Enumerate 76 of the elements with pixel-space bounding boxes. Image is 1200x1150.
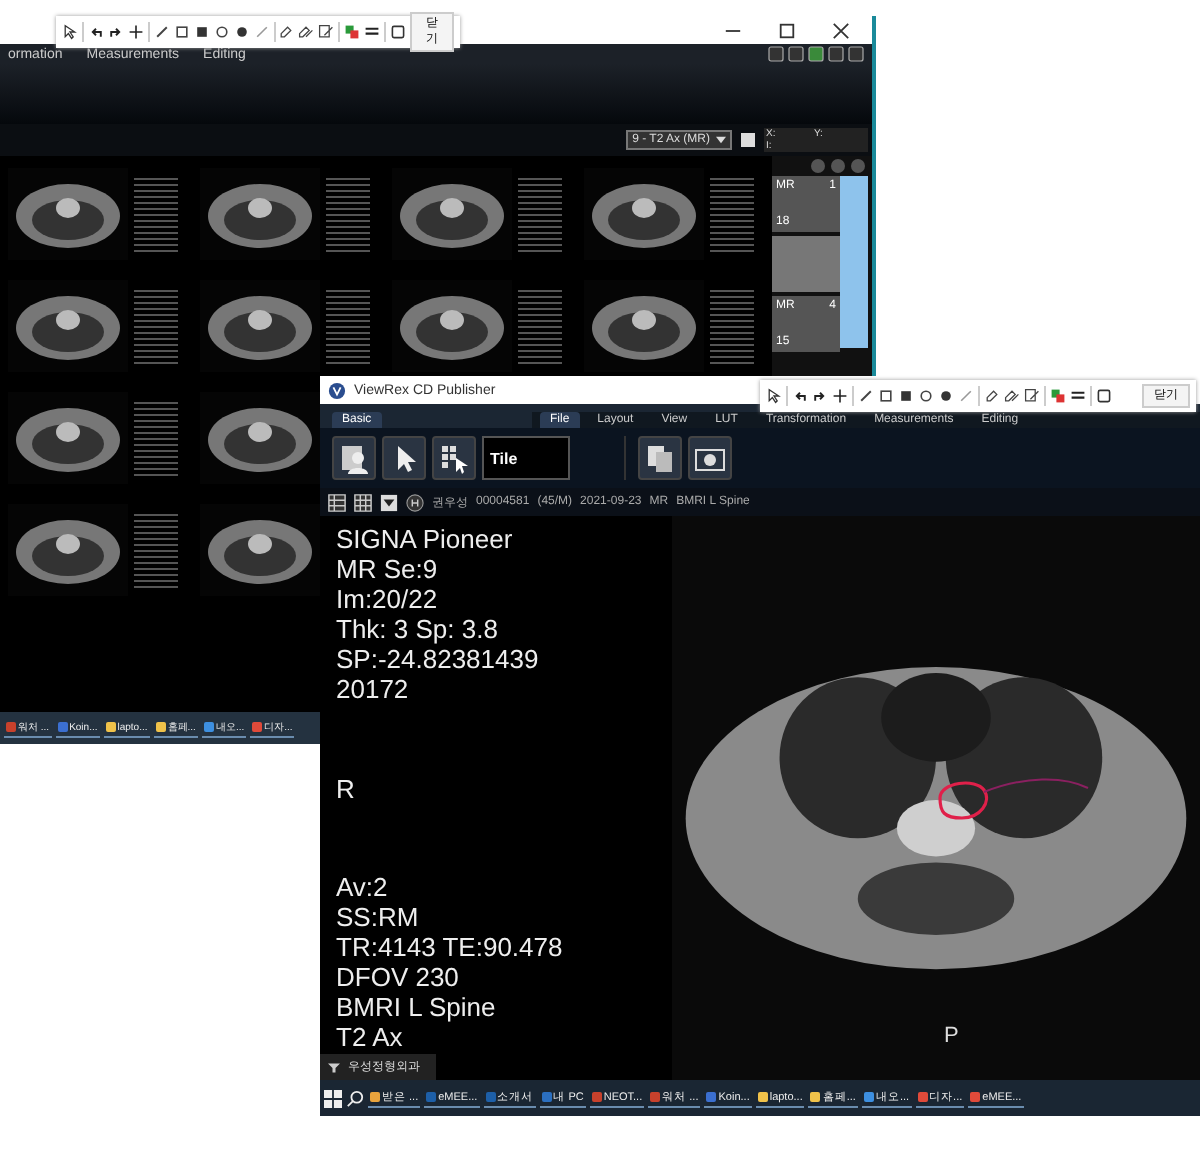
overlay-text: Thk: 3 Sp: 3.8 (336, 614, 498, 644)
color-icon[interactable] (1050, 388, 1066, 404)
pointer-button[interactable] (382, 436, 426, 480)
overlay-text: SS:RM (336, 902, 419, 932)
image-info-placeholder (710, 286, 754, 366)
overlay-text: MR Se:9 (336, 554, 438, 584)
image-info-placeholder (134, 174, 178, 254)
window-icon[interactable] (1096, 388, 1112, 404)
grid-pointer-icon (438, 442, 470, 474)
pointer-icon[interactable] (766, 388, 782, 404)
filter-icon (328, 1061, 340, 1073)
copy-icon (644, 442, 676, 474)
person-icon (338, 442, 370, 474)
rectangle-icon[interactable] (173, 24, 190, 40)
redo-icon[interactable] (812, 388, 828, 404)
filled-square-icon[interactable] (193, 24, 210, 40)
rectangle-icon[interactable] (878, 388, 894, 404)
maximize-icon[interactable] (778, 21, 796, 39)
undo-icon[interactable] (87, 24, 104, 40)
info-icon[interactable] (406, 493, 424, 511)
grid-layout-icon[interactable] (354, 493, 372, 511)
image-info-placeholder (134, 510, 178, 590)
image-info-placeholder (710, 174, 754, 254)
app-logo-icon (328, 381, 346, 399)
eraser-icon[interactable] (984, 388, 1000, 404)
export-button[interactable] (638, 436, 682, 480)
orientation-label: P (944, 1024, 959, 1048)
edit-icon[interactable] (1024, 388, 1040, 404)
thumbnail-image[interactable] (772, 236, 840, 292)
pen-icon[interactable] (858, 388, 874, 404)
orientation-label: R (336, 773, 355, 803)
eraser-icon[interactable] (1004, 388, 1020, 404)
overlay-text: TR:4143 TE:90.478 (336, 932, 563, 962)
image-info-placeholder (326, 174, 370, 254)
overlay-text: DFOV 230 (336, 962, 459, 992)
overlay-text: Av:2 (336, 872, 388, 902)
overlay-text: SIGNA Pioneer (336, 524, 513, 554)
circle-icon[interactable] (213, 24, 230, 40)
overlay-text: SP:-24.82381439 (336, 644, 539, 674)
undo-icon[interactable] (792, 388, 808, 404)
close-icon[interactable] (832, 21, 850, 39)
search-icon[interactable] (346, 1089, 364, 1107)
select-grid-button[interactable] (432, 436, 476, 480)
window-icon[interactable] (390, 24, 407, 40)
eraser-icon[interactable] (278, 24, 295, 40)
image-info-placeholder (134, 286, 178, 366)
redo-icon[interactable] (107, 24, 124, 40)
overlay-text: Im:20/22 (336, 584, 438, 614)
layout-button[interactable]: Tile (482, 436, 570, 480)
patient-button[interactable] (332, 436, 376, 480)
edit-icon[interactable] (318, 24, 335, 40)
image-info-placeholder (518, 286, 562, 366)
eraser-icon[interactable] (298, 24, 315, 40)
caret-icon (716, 136, 726, 144)
image-info-placeholder (326, 286, 370, 366)
circle-icon[interactable] (918, 388, 934, 404)
overlay-text: BMRI L Spine (336, 992, 496, 1022)
dropdown-icon[interactable] (380, 493, 398, 511)
lines-icon[interactable] (1070, 388, 1086, 404)
lines-icon[interactable] (364, 24, 381, 40)
pointer-icon[interactable] (62, 24, 78, 40)
move-icon[interactable] (127, 24, 144, 40)
pen-icon[interactable] (153, 24, 170, 40)
window-icon[interactable] (740, 132, 756, 148)
filled-circle-icon[interactable] (938, 388, 954, 404)
filled-square-icon[interactable] (898, 388, 914, 404)
overlay-text: 20172 (336, 674, 409, 704)
overlay-text: T2 Ax (336, 1022, 403, 1052)
image-info-placeholder (134, 398, 178, 478)
grid-layout-icon[interactable] (328, 493, 346, 511)
move-icon[interactable] (832, 388, 848, 404)
start-icon[interactable] (324, 1089, 342, 1107)
filled-circle-icon[interactable] (233, 24, 250, 40)
image-info-placeholder (518, 174, 562, 254)
capture-button[interactable] (688, 436, 732, 480)
color-icon[interactable] (344, 24, 361, 40)
